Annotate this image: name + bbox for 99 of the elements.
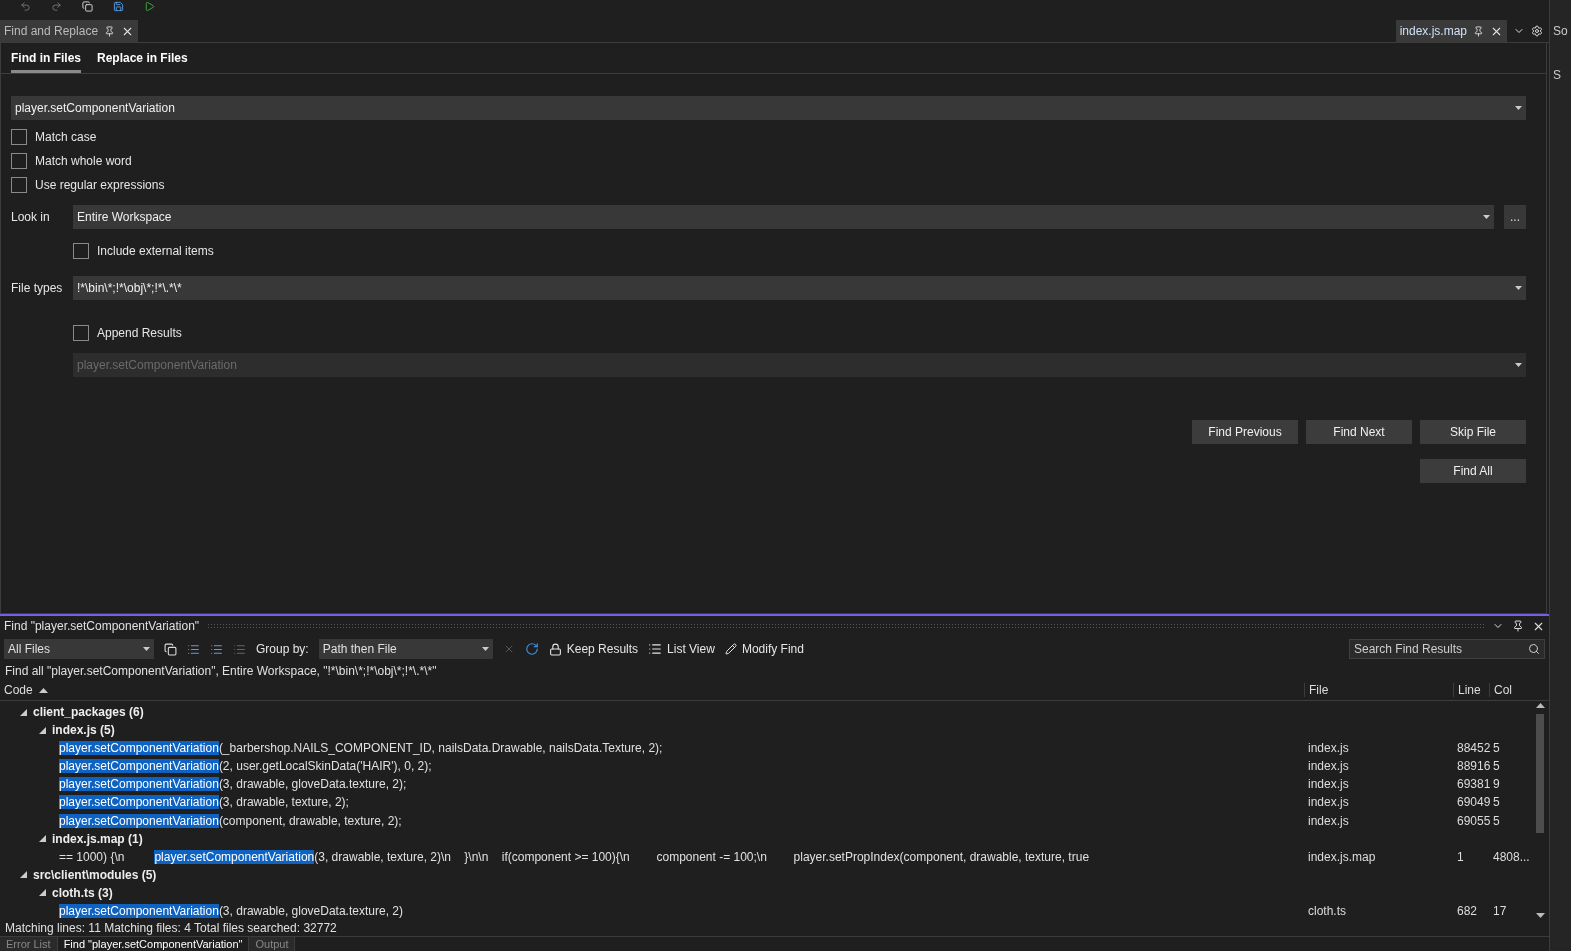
- sort-icon: [38, 687, 48, 693]
- column-header[interactable]: Code: [0, 683, 1304, 697]
- group-label[interactable]: index.js (5): [52, 723, 115, 738]
- keep-results-button[interactable]: Keep Results: [548, 642, 639, 656]
- column-header[interactable]: Line: [1453, 683, 1489, 697]
- search-field[interactable]: Search Find Results: [1349, 639, 1545, 659]
- checkbox[interactable]: [73, 325, 89, 341]
- checkbox-label: Append Results: [97, 326, 182, 340]
- status-text: Matching lines: 11 Matching files: 4 Total files searched: 32772: [4, 920, 338, 936]
- checkbox[interactable]: [11, 177, 27, 193]
- tab[interactable]: Output: [249, 937, 296, 951]
- checkbox-label: Match case: [35, 130, 97, 144]
- play-icon[interactable]: [144, 1, 155, 12]
- dropdown-caret-icon: [143, 647, 150, 651]
- action-button[interactable]: Find All: [1420, 459, 1526, 483]
- checkbox[interactable]: [73, 243, 89, 259]
- code-line[interactable]: player.setComponentVariation(3, drawable, gloveData.texture, 2): [59, 903, 403, 918]
- scroll-up-icon[interactable]: [1535, 703, 1545, 708]
- checkbox[interactable]: [11, 153, 27, 169]
- line-cell-text: 88916: [1456, 759, 1489, 774]
- undo-icon[interactable]: [20, 1, 31, 12]
- action-button[interactable]: Find Next: [1306, 420, 1412, 444]
- dropdown-caret-icon: [1515, 363, 1522, 367]
- column-header[interactable]: Col: [1489, 683, 1531, 697]
- group-label[interactable]: index.js.map (1): [52, 831, 143, 846]
- line-cell-text: 69049: [1456, 795, 1489, 810]
- redo-icon[interactable]: [51, 1, 62, 12]
- side-panel-label: S: [1552, 68, 1562, 82]
- code-line[interactable]: player.setComponentVariation(3, drawable, gloveData.texture, 2);: [59, 777, 407, 792]
- side-panel-label: So: [1552, 24, 1569, 38]
- checkbox[interactable]: [11, 129, 27, 145]
- line-cell-text: 88452: [1456, 741, 1489, 756]
- find-what-field[interactable]: player.setComponentVariation: [11, 96, 1526, 120]
- browse-button[interactable]: ...: [1504, 205, 1526, 229]
- group-by-dropdown[interactable]: Path then File: [318, 639, 493, 659]
- dropdown-caret-icon: [1483, 215, 1490, 219]
- col-cell-text: 4808...: [1492, 849, 1531, 864]
- group-by-label: Group by:: [256, 642, 309, 656]
- pin-icon[interactable]: [1473, 25, 1484, 37]
- refresh-icon[interactable]: [524, 642, 539, 656]
- scroll-down-icon[interactable]: [1535, 913, 1545, 918]
- file-types-dropdown[interactable]: !*\bin\*;!*\obj\*;!*\.*\*: [73, 276, 1526, 300]
- col-cell-text: 5: [1492, 741, 1501, 756]
- group-label[interactable]: client_packages (6): [33, 705, 144, 720]
- file-cell-text: index.js: [1307, 795, 1350, 810]
- list-icon: [648, 642, 663, 656]
- pencil-icon: [724, 643, 737, 655]
- checkbox-label: Include external items: [97, 244, 214, 258]
- tool-window-tab[interactable]: Find and Replace: [0, 20, 139, 42]
- code-line[interactable]: player.setComponentVariation(component, drawable, texture, 2);: [59, 813, 402, 828]
- code-line[interactable]: player.setComponentVariation(_barbershop.NAILS_COMPONENT_ID, nailsData.Drawable, nailsData.Texture, 2);: [59, 741, 663, 756]
- save-icon[interactable]: [113, 1, 124, 12]
- checkbox-label: Match whole word: [35, 154, 132, 168]
- look-in-label: Look in: [11, 209, 51, 224]
- tab[interactable]: Error List: [0, 937, 58, 951]
- file-cell-text: index.js: [1307, 759, 1350, 774]
- file-cell-text: cloth.ts: [1307, 903, 1347, 918]
- list-view-button[interactable]: List View: [648, 642, 715, 656]
- scope-dropdown[interactable]: All Files: [4, 639, 154, 659]
- tab[interactable]: Find in Files: [11, 43, 81, 73]
- action-button[interactable]: Find Previous: [1192, 420, 1298, 444]
- col-cell-text: 5: [1492, 759, 1501, 774]
- settings-icon[interactable]: [1531, 25, 1543, 37]
- file-cell-text: index.js: [1307, 813, 1350, 828]
- results-title: Find "player.setComponentVariation": [4, 619, 200, 633]
- column-header[interactable]: File: [1304, 683, 1453, 697]
- checkbox-label: Use regular expressions: [35, 178, 165, 192]
- look-in-dropdown[interactable]: Entire Workspace: [73, 205, 1494, 229]
- col-cell-text: 17: [1492, 903, 1508, 918]
- copy-icon[interactable]: [82, 1, 93, 12]
- line-cell-text: 682: [1456, 903, 1479, 918]
- code-line[interactable]: == 1000) {\n player.setComponentVariation(3, drawable, texture, 2)\n }\n\n if(component >= 100){\n component -= 100;\n player.setPropIndex(component, drawable, texture, true: [59, 849, 1090, 864]
- pin-icon[interactable]: [104, 25, 116, 37]
- col-cell-text: 9: [1492, 777, 1501, 792]
- search-summary: Find all "player.setComponentVariation", Entire Workspace, "!*\bin\*;!*\obj\*;!*\.*\*": [4, 663, 438, 680]
- dropdown-caret-icon: [1515, 286, 1522, 290]
- pin-icon[interactable]: [1512, 620, 1524, 632]
- scrollbar-thumb[interactable]: [1536, 714, 1544, 833]
- dropdown-caret-icon: [481, 647, 489, 651]
- document-tab[interactable]: index.js.map: [1395, 20, 1507, 42]
- file-cell-text: index.js: [1307, 741, 1350, 756]
- file-types-label: File types: [11, 280, 63, 295]
- line-cell-text: 69055: [1456, 813, 1489, 828]
- file-cell-text: index.js: [1307, 777, 1350, 792]
- action-button[interactable]: Skip File: [1420, 420, 1526, 444]
- tab[interactable]: Replace in Files: [97, 43, 188, 73]
- col-cell-text: 5: [1492, 813, 1501, 828]
- col-cell-text: 5: [1492, 795, 1501, 810]
- modify-find-button[interactable]: Modify Find: [724, 642, 804, 656]
- line-cell-text: 1: [1456, 849, 1465, 864]
- copy-icon[interactable]: [164, 642, 177, 656]
- dropdown-caret-icon: [1515, 106, 1522, 110]
- file-cell-text: index.js.map: [1307, 849, 1377, 864]
- line-cell-text: 69381: [1456, 777, 1489, 792]
- lock-icon: [548, 642, 562, 656]
- search-icon: [1528, 643, 1540, 655]
- group-label[interactable]: src\client\modules (5): [33, 867, 157, 882]
- code-line[interactable]: player.setComponentVariation(2, user.getLocalSkinData('HAIR'), 0, 2);: [59, 759, 432, 774]
- group-label[interactable]: cloth.ts (3): [52, 885, 113, 900]
